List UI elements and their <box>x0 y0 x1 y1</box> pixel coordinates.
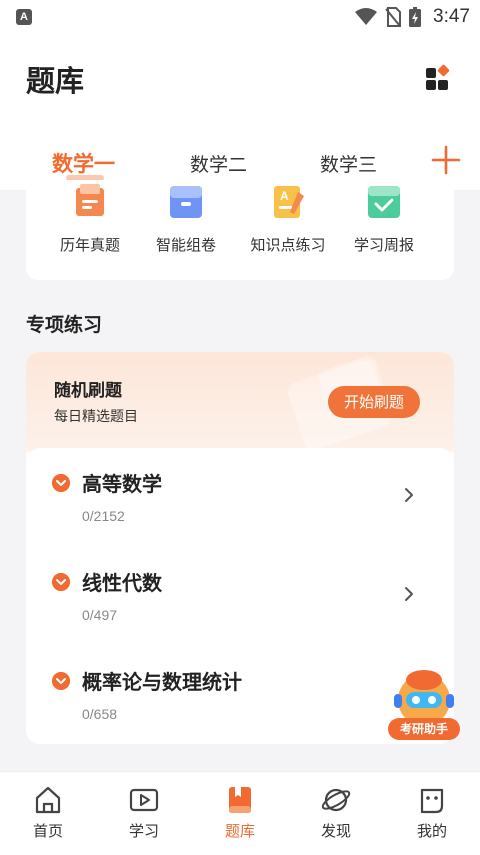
assistant-mascot-icon <box>394 670 454 726</box>
app-notification-icon: A <box>16 9 32 25</box>
subject-progress: 0/2152 <box>82 508 125 524</box>
bookmark-book-icon <box>229 787 251 813</box>
random-practice-title: 随机刷题 <box>54 381 122 401</box>
video-play-icon <box>129 788 159 812</box>
exam-paper-icon <box>76 184 104 216</box>
nav-item-mine[interactable]: 我的 <box>384 772 480 855</box>
status-time: 3:47 <box>433 6 470 27</box>
nav-item-home[interactable]: 首页 <box>0 772 96 855</box>
chevron-right-icon[interactable] <box>402 585 416 603</box>
report-check-icon <box>368 186 400 218</box>
nav-label: 题库 <box>224 822 255 840</box>
quick-item-past-exams[interactable]: 历年真题 <box>40 180 140 280</box>
svg-text:A: A <box>280 189 289 203</box>
planet-icon <box>321 788 351 812</box>
expand-chevron-icon[interactable] <box>52 672 70 690</box>
app-header: 题库 数学一 数学二 数学三 <box>0 34 480 190</box>
quick-item-label: 历年真题 <box>59 236 120 254</box>
no-sim-icon <box>385 7 402 27</box>
quick-actions-card: 历年真题 智能组卷 A 知识点练习 学习周报 <box>26 180 454 280</box>
apps-grid-icon[interactable] <box>424 64 452 92</box>
nav-item-question-bank[interactable]: 题库 <box>192 772 288 855</box>
random-practice-subtitle: 每日精选题目 <box>54 409 138 425</box>
status-icons: 3:47 <box>355 5 470 29</box>
profile-face-icon <box>420 788 444 814</box>
nav-item-discover[interactable]: 发现 <box>288 772 384 855</box>
subject-row-advanced-math[interactable]: 高等数学 0/2152 <box>26 448 454 538</box>
quick-item-knowledge-practice[interactable]: A 知识点练习 <box>238 180 338 280</box>
quick-item-smart-paper[interactable]: 智能组卷 <box>136 180 236 280</box>
subject-name: 线性代数 <box>82 571 162 595</box>
add-tab-icon[interactable] <box>430 144 462 176</box>
quick-item-weekly-report[interactable]: 学习周报 <box>334 180 434 280</box>
battery-icon <box>409 7 422 27</box>
section-title: 专项练习 <box>26 314 103 336</box>
subject-progress: 0/497 <box>82 607 118 623</box>
nav-label: 我的 <box>416 822 447 840</box>
subject-name: 高等数学 <box>82 472 162 496</box>
wifi-icon <box>355 8 378 25</box>
folder-box-icon <box>170 186 202 218</box>
nav-item-study[interactable]: 学习 <box>96 772 192 855</box>
expand-chevron-icon[interactable] <box>52 573 70 591</box>
page-title: 题库 <box>26 64 85 98</box>
chevron-right-icon[interactable] <box>402 486 416 504</box>
home-icon <box>35 786 61 814</box>
nav-label: 发现 <box>320 822 351 840</box>
tab-math-2[interactable]: 数学二 <box>190 150 247 177</box>
nav-label: 学习 <box>128 822 159 840</box>
assistant-label: 考研助手 <box>388 718 460 740</box>
quick-item-label: 智能组卷 <box>155 236 216 254</box>
tab-math-1[interactable]: 数学一 <box>52 148 115 178</box>
bottom-nav: 首页 学习 题库 发现 我的 <box>0 771 480 855</box>
expand-chevron-icon[interactable] <box>52 474 70 492</box>
subject-progress: 0/658 <box>82 706 118 722</box>
quick-item-label: 知识点练习 <box>250 236 326 254</box>
quick-item-label: 学习周报 <box>353 236 414 254</box>
status-bar: A 3:47 <box>0 0 480 34</box>
notebook-a-icon: A <box>274 186 304 218</box>
study-assistant-button[interactable]: 考研助手 <box>386 666 462 742</box>
subject-name: 概率论与数理统计 <box>82 670 242 694</box>
subject-row-linear-algebra[interactable]: 线性代数 0/497 <box>26 547 454 637</box>
nav-label: 首页 <box>32 822 63 840</box>
random-practice-banner[interactable]: 随机刷题 每日精选题目 开始刷题 <box>26 352 454 453</box>
start-practice-button[interactable]: 开始刷题 <box>328 386 420 418</box>
tab-math-3[interactable]: 数学三 <box>320 150 377 177</box>
